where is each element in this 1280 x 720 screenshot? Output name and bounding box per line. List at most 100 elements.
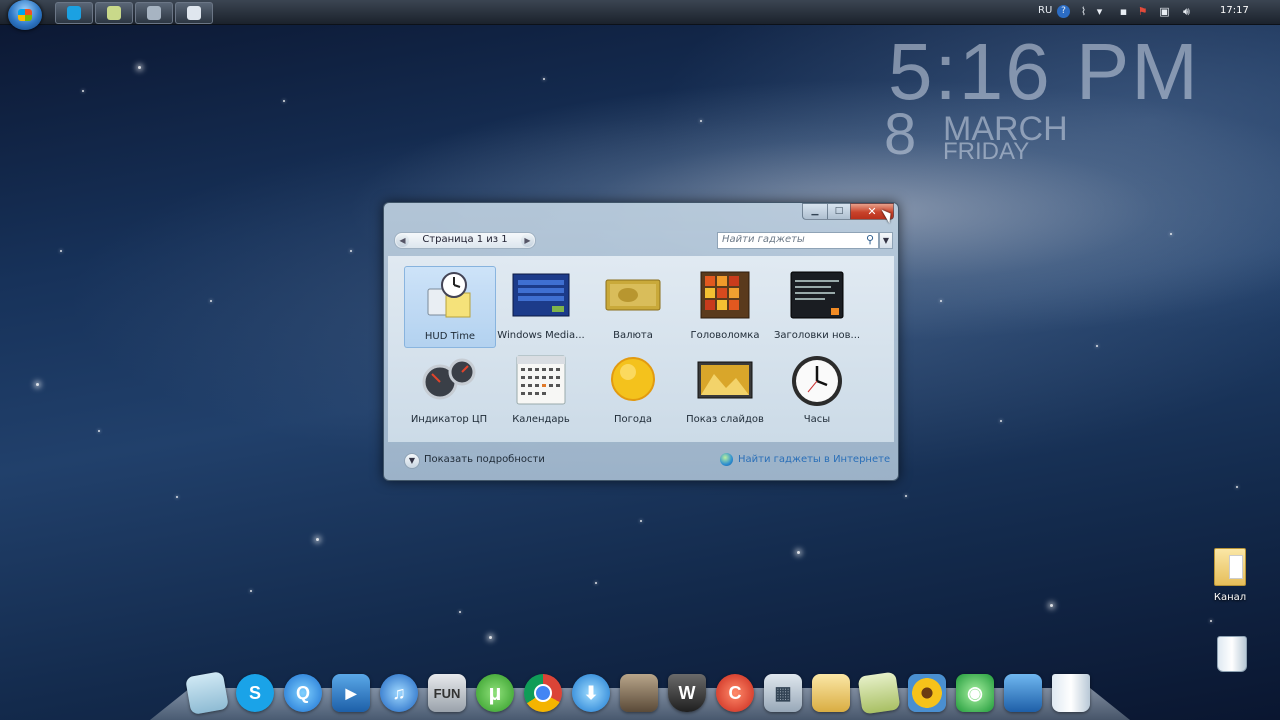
skype-icon: S bbox=[236, 674, 274, 712]
dock-ccleaner[interactable]: C bbox=[716, 674, 756, 714]
help-icon[interactable]: ? bbox=[1057, 5, 1070, 18]
search-dropdown-button[interactable]: ▼ bbox=[879, 232, 893, 249]
tray-clock[interactable]: 17:17 bbox=[1220, 5, 1249, 16]
dock-tv[interactable]: ▶ bbox=[332, 674, 372, 714]
gadget-name: Погода bbox=[613, 414, 653, 425]
desktop-icon-label: Канал bbox=[1213, 592, 1247, 603]
gadget-news-headlines[interactable]: Заголовки нов... bbox=[772, 266, 862, 346]
taskbar-skype-button[interactable] bbox=[55, 2, 93, 24]
minimize-icon: ▁ bbox=[811, 206, 819, 216]
folder-icon bbox=[812, 674, 850, 712]
gadget-clock[interactable]: Часы bbox=[772, 350, 862, 430]
gadget-slideshow[interactable]: Показ слайдов bbox=[680, 350, 770, 430]
globe-icon bbox=[720, 453, 733, 466]
network-icon[interactable]: ▣ bbox=[1158, 5, 1171, 18]
dock-world-of-tanks[interactable]: W bbox=[668, 674, 708, 714]
download-icon: ⬇ bbox=[572, 674, 610, 712]
world-of-tanks-icon: W bbox=[668, 674, 706, 712]
maximize-button[interactable]: □ bbox=[827, 203, 851, 220]
game-character-icon bbox=[620, 674, 658, 712]
folder-icon bbox=[1214, 548, 1246, 586]
dock-notes[interactable] bbox=[184, 670, 230, 716]
search-placeholder: Найти гаджеты bbox=[722, 234, 805, 245]
gadget-cpu-meter[interactable]: Индикатор ЦП bbox=[404, 350, 494, 430]
gadgets-icon bbox=[187, 6, 201, 20]
dock-notepad[interactable] bbox=[857, 671, 901, 715]
gadget-search-input[interactable]: Найти гаджеты ⚲ bbox=[717, 232, 879, 249]
hud-day-number: 8 bbox=[884, 102, 917, 167]
dock-itunes[interactable]: ♫ bbox=[380, 674, 420, 714]
hud-time-display: 5:16 PM bbox=[888, 27, 1200, 116]
taskbar-gadgets-button[interactable] bbox=[175, 2, 213, 24]
gadget-weather[interactable]: Погода bbox=[588, 350, 678, 430]
language-indicator[interactable]: RU bbox=[1038, 5, 1052, 16]
minimize-button[interactable]: ▁ bbox=[802, 203, 828, 220]
weather-sun-icon bbox=[611, 357, 655, 401]
gadget-currency[interactable]: Валюта bbox=[588, 266, 678, 346]
gadget-name: Часы bbox=[803, 414, 831, 425]
cpu-meter-icon bbox=[422, 358, 476, 400]
search-icon[interactable]: ⚲ bbox=[866, 233, 874, 246]
gadget-puzzle[interactable]: Головоломка bbox=[680, 266, 770, 346]
dock-skype[interactable]: S bbox=[236, 674, 276, 714]
dock-download[interactable]: ⬇ bbox=[572, 674, 612, 714]
windows-logo-icon bbox=[18, 9, 32, 21]
gadget-name: Индикатор ЦП bbox=[410, 414, 488, 425]
show-details-link[interactable]: Показать подробности bbox=[424, 454, 545, 465]
usb-icon[interactable]: ▪ bbox=[1117, 5, 1130, 18]
gadget-calendar[interactable]: Календарь bbox=[496, 350, 586, 430]
page-label: Страница 1 из 1 bbox=[422, 234, 508, 245]
recycle-bin-icon bbox=[1217, 636, 1247, 672]
desktop-icon-recycle-bin[interactable] bbox=[1202, 636, 1262, 672]
gadget-name: Головоломка bbox=[690, 330, 760, 341]
gadget-hud-time[interactable]: HUD Time bbox=[404, 266, 496, 348]
gadget-name: Заголовки нов... bbox=[773, 330, 861, 341]
get-gadgets-online-link[interactable]: Найти гаджеты в Интернете bbox=[738, 454, 890, 465]
start-button[interactable] bbox=[8, 0, 42, 30]
calendar-icon bbox=[516, 355, 566, 405]
dock-trash[interactable] bbox=[1052, 674, 1092, 714]
notes-icon bbox=[107, 6, 121, 20]
fun-keyboard-icon: FUN bbox=[428, 674, 466, 712]
dock-chrome[interactable] bbox=[524, 674, 564, 714]
desktop-icon-folder[interactable]: Канал bbox=[1200, 548, 1260, 603]
dock-quicktime[interactable]: Q bbox=[284, 674, 324, 714]
tv-icon: ▶ bbox=[332, 674, 370, 712]
chevron-down-icon[interactable]: ▼ bbox=[404, 453, 420, 469]
notes-icon bbox=[184, 670, 230, 716]
gadget-name: Валюта bbox=[613, 330, 653, 341]
puzzle-icon bbox=[700, 271, 750, 319]
ccleaner-icon: C bbox=[716, 674, 754, 712]
close-icon: ✕ bbox=[867, 205, 877, 218]
next-page-button[interactable]: ▶ bbox=[521, 234, 534, 247]
currency-icon bbox=[605, 279, 661, 311]
sunflower-photos-icon bbox=[908, 674, 946, 712]
skype-icon bbox=[67, 6, 81, 20]
hud-weekday: FRIDAY bbox=[943, 138, 1030, 165]
taskbar-notes-button[interactable] bbox=[95, 2, 133, 24]
dock-computer[interactable] bbox=[1004, 674, 1044, 714]
dock-calculator[interactable]: ▦ bbox=[764, 674, 804, 714]
media-center-icon bbox=[512, 273, 570, 317]
action-center-icon[interactable]: ⚑ bbox=[1136, 5, 1149, 18]
clock-calendar-icon bbox=[427, 272, 471, 318]
chrome-icon bbox=[524, 674, 562, 712]
taskbar: RU ? ⌇ ▾ ▪ ⚑ ▣ 🔊︎ 17:17 bbox=[0, 0, 1280, 30]
dock-photos[interactable] bbox=[908, 674, 948, 714]
dock-utorrent[interactable]: µ bbox=[476, 674, 516, 714]
gadget-gallery-window: ▁ □ ✕ ◀ Страница 1 из 1 ▶ Найти гаджеты … bbox=[383, 202, 899, 481]
volume-icon[interactable]: 🔊︎ bbox=[1180, 5, 1193, 18]
dock-media-player[interactable]: ◉ bbox=[956, 674, 996, 714]
gadget-name: Календарь bbox=[512, 414, 570, 425]
notepad-icon bbox=[857, 671, 901, 715]
dock-game[interactable] bbox=[620, 674, 660, 714]
wifi-icon[interactable]: ⌇ bbox=[1077, 5, 1090, 18]
explorer-icon bbox=[147, 6, 161, 20]
dock-folder[interactable] bbox=[812, 674, 852, 714]
chevron-down-icon[interactable]: ▾ bbox=[1093, 5, 1106, 18]
gadget-grid: HUD Time Windows Media... Валюта Головол… bbox=[388, 256, 894, 442]
taskbar-explorer-button[interactable] bbox=[135, 2, 173, 24]
gadget-windows-media[interactable]: Windows Media... bbox=[496, 266, 586, 346]
dock-fun[interactable]: FUN bbox=[428, 674, 468, 714]
calculator-icon: ▦ bbox=[764, 674, 802, 712]
